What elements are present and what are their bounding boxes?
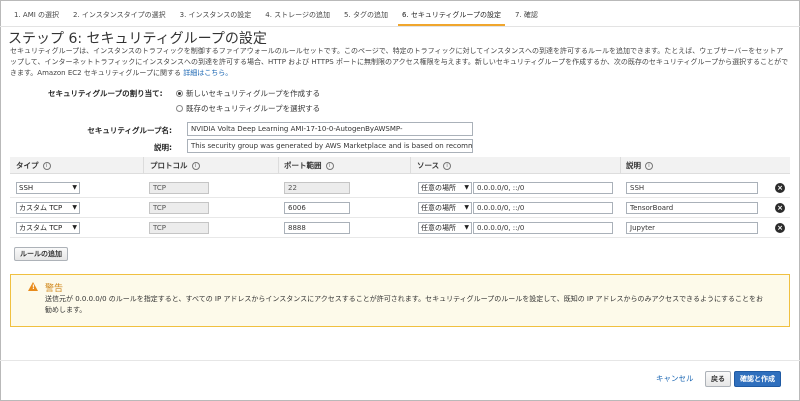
radio-existing-group[interactable]: 既存のセキュリティグループを選択する	[176, 103, 320, 114]
wizard-step-ami[interactable]: 1. AMI の選択	[10, 8, 63, 26]
info-icon[interactable]: i	[191, 161, 200, 170]
info-icon[interactable]: i	[443, 161, 452, 170]
wizard-step-tags[interactable]: 5. タグの追加	[340, 8, 392, 26]
col-port-range: ポート範囲 i	[284, 160, 334, 171]
source-select[interactable]: 任意の場所 ▼	[418, 222, 472, 234]
page-title: ステップ 6: セキュリティグループの設定	[8, 31, 267, 47]
col-divider	[278, 157, 279, 174]
wizard-step-review[interactable]: 7. 確認	[511, 8, 542, 26]
wizard-steps: 1. AMI の選択 2. インスタンスタイプの選択 3. インスタンスの設定 …	[10, 8, 548, 26]
protocol-field: TCP	[149, 202, 209, 214]
chevron-down-icon: ▼	[464, 204, 469, 211]
info-icon[interactable]: i	[325, 161, 334, 170]
group-name-input[interactable]: NVIDIA Volta Deep Learning AMI-17-10-0-A…	[187, 122, 473, 136]
description-text: セキュリティグループは、インスタンスのトラフィックを制御するファイアウォールのル…	[10, 47, 789, 77]
chevron-down-icon: ▼	[464, 224, 469, 231]
info-icon[interactable]: i	[42, 161, 51, 170]
info-icon[interactable]: i	[645, 161, 653, 170]
chevron-down-icon: ▼	[72, 224, 77, 231]
wizard-step-storage[interactable]: 4. ストレージの追加	[261, 8, 334, 26]
source-select[interactable]: 任意の場所 ▼	[418, 202, 472, 214]
radio-new-group[interactable]: 新しいセキュリティグループを作成する	[176, 88, 320, 99]
type-select-value: SSH	[19, 184, 34, 192]
radio-existing-icon[interactable]	[176, 105, 183, 112]
cancel-button[interactable]: キャンセル	[656, 373, 694, 384]
warning-title: 警告	[45, 284, 64, 294]
close-icon[interactable]: ×	[775, 223, 785, 233]
assign-label: セキュリティグループの割り当て:	[48, 89, 163, 98]
col-description-label: 説明	[626, 161, 641, 170]
wizard-step-instance-config[interactable]: 3. インスタンスの設定	[176, 8, 256, 26]
col-type: タイプ i	[16, 160, 51, 171]
table-row: SSH ▼ TCP 22 任意の場所 ▼ 0.0.0.0/0, ::/0 SSH ×	[10, 178, 790, 198]
type-select[interactable]: SSH ▼	[16, 182, 80, 194]
col-port-label: ポート範囲	[284, 161, 322, 170]
table-row: カスタム TCP ▼ TCP 8888 任意の場所 ▼ 0.0.0.0/0, ::/…	[10, 218, 790, 238]
table-row: カスタム TCP ▼ TCP 6006 任意の場所 ▼ 0.0.0.0/0, ::/…	[10, 198, 790, 218]
cidr-input[interactable]: 0.0.0.0/0, ::/0	[473, 182, 613, 194]
col-protocol: プロトコル i	[150, 160, 200, 171]
col-divider	[410, 157, 411, 174]
group-desc-label: 説明:	[154, 143, 172, 152]
type-select[interactable]: カスタム TCP ▼	[16, 202, 80, 214]
port-input[interactable]: 8888	[284, 222, 350, 234]
steps-divider	[0, 26, 800, 27]
source-select-value: 任意の場所	[421, 224, 456, 232]
review-and-launch-button[interactable]: 確認と作成	[734, 371, 781, 387]
rule-description-input[interactable]: SSH	[626, 182, 758, 194]
col-divider	[620, 157, 621, 174]
wizard-step-security-group[interactable]: 6. セキュリティグループの設定	[397, 8, 506, 26]
page-description: セキュリティグループは、インスタンスのトラフィックを制御するファイアウォールのル…	[10, 46, 790, 79]
col-description: 説明 i	[626, 160, 653, 171]
rule-description-input[interactable]: TensorBoard	[626, 202, 758, 214]
type-select-value: カスタム TCP	[19, 204, 63, 212]
col-type-label: タイプ	[16, 161, 39, 170]
radio-new-icon[interactable]	[176, 90, 183, 97]
wizard-step-instance-type[interactable]: 2. インスタンスタイプの選択	[69, 8, 170, 26]
close-icon[interactable]: ×	[775, 183, 785, 193]
radio-existing-label: 既存のセキュリティグループを選択する	[186, 104, 321, 113]
cidr-input[interactable]: 0.0.0.0/0, ::/0	[473, 202, 613, 214]
col-source-label: ソース	[417, 161, 440, 170]
chevron-down-icon: ▼	[464, 184, 469, 191]
source-select-value: 任意の場所	[421, 204, 456, 212]
source-select[interactable]: 任意の場所 ▼	[418, 182, 472, 194]
radio-new-label: 新しいセキュリティグループを作成する	[186, 89, 321, 98]
rule-description-input[interactable]: Jupyter	[626, 222, 758, 234]
add-rule-button[interactable]: ルールの追加	[14, 247, 68, 261]
port-field: 22	[284, 182, 350, 194]
port-input[interactable]: 6006	[284, 202, 350, 214]
protocol-field: TCP	[149, 222, 209, 234]
type-select-value: カスタム TCP	[19, 224, 63, 232]
rules-table-header: タイプ i プロトコル i ポート範囲 i ソース i 説明 i	[10, 157, 790, 174]
details-link[interactable]: 詳細はこちら。	[183, 69, 232, 77]
col-divider	[143, 157, 144, 174]
back-button[interactable]: 戻る	[705, 371, 731, 387]
protocol-field: TCP	[149, 182, 209, 194]
chevron-down-icon: ▼	[72, 204, 77, 211]
group-desc-input[interactable]: This security group was generated by AWS…	[187, 139, 473, 153]
footer-divider	[0, 360, 800, 361]
group-name-label: セキュリティグループ名:	[87, 126, 172, 135]
col-protocol-label: プロトコル	[150, 161, 188, 170]
chevron-down-icon: ▼	[72, 184, 77, 191]
source-select-value: 任意の場所	[421, 184, 456, 192]
cidr-input[interactable]: 0.0.0.0/0, ::/0	[473, 222, 613, 234]
type-select[interactable]: カスタム TCP ▼	[16, 222, 80, 234]
warning-icon: !	[28, 282, 38, 291]
warning-text: 送信元が 0.0.0.0/0 のルールを指定すると、すべての IP アドレスから…	[45, 295, 764, 314]
warning-box: ! 警告 送信元が 0.0.0.0/0 のルールを指定すると、すべての IP ア…	[10, 274, 790, 327]
col-source: ソース i	[417, 160, 452, 171]
close-icon[interactable]: ×	[775, 203, 785, 213]
